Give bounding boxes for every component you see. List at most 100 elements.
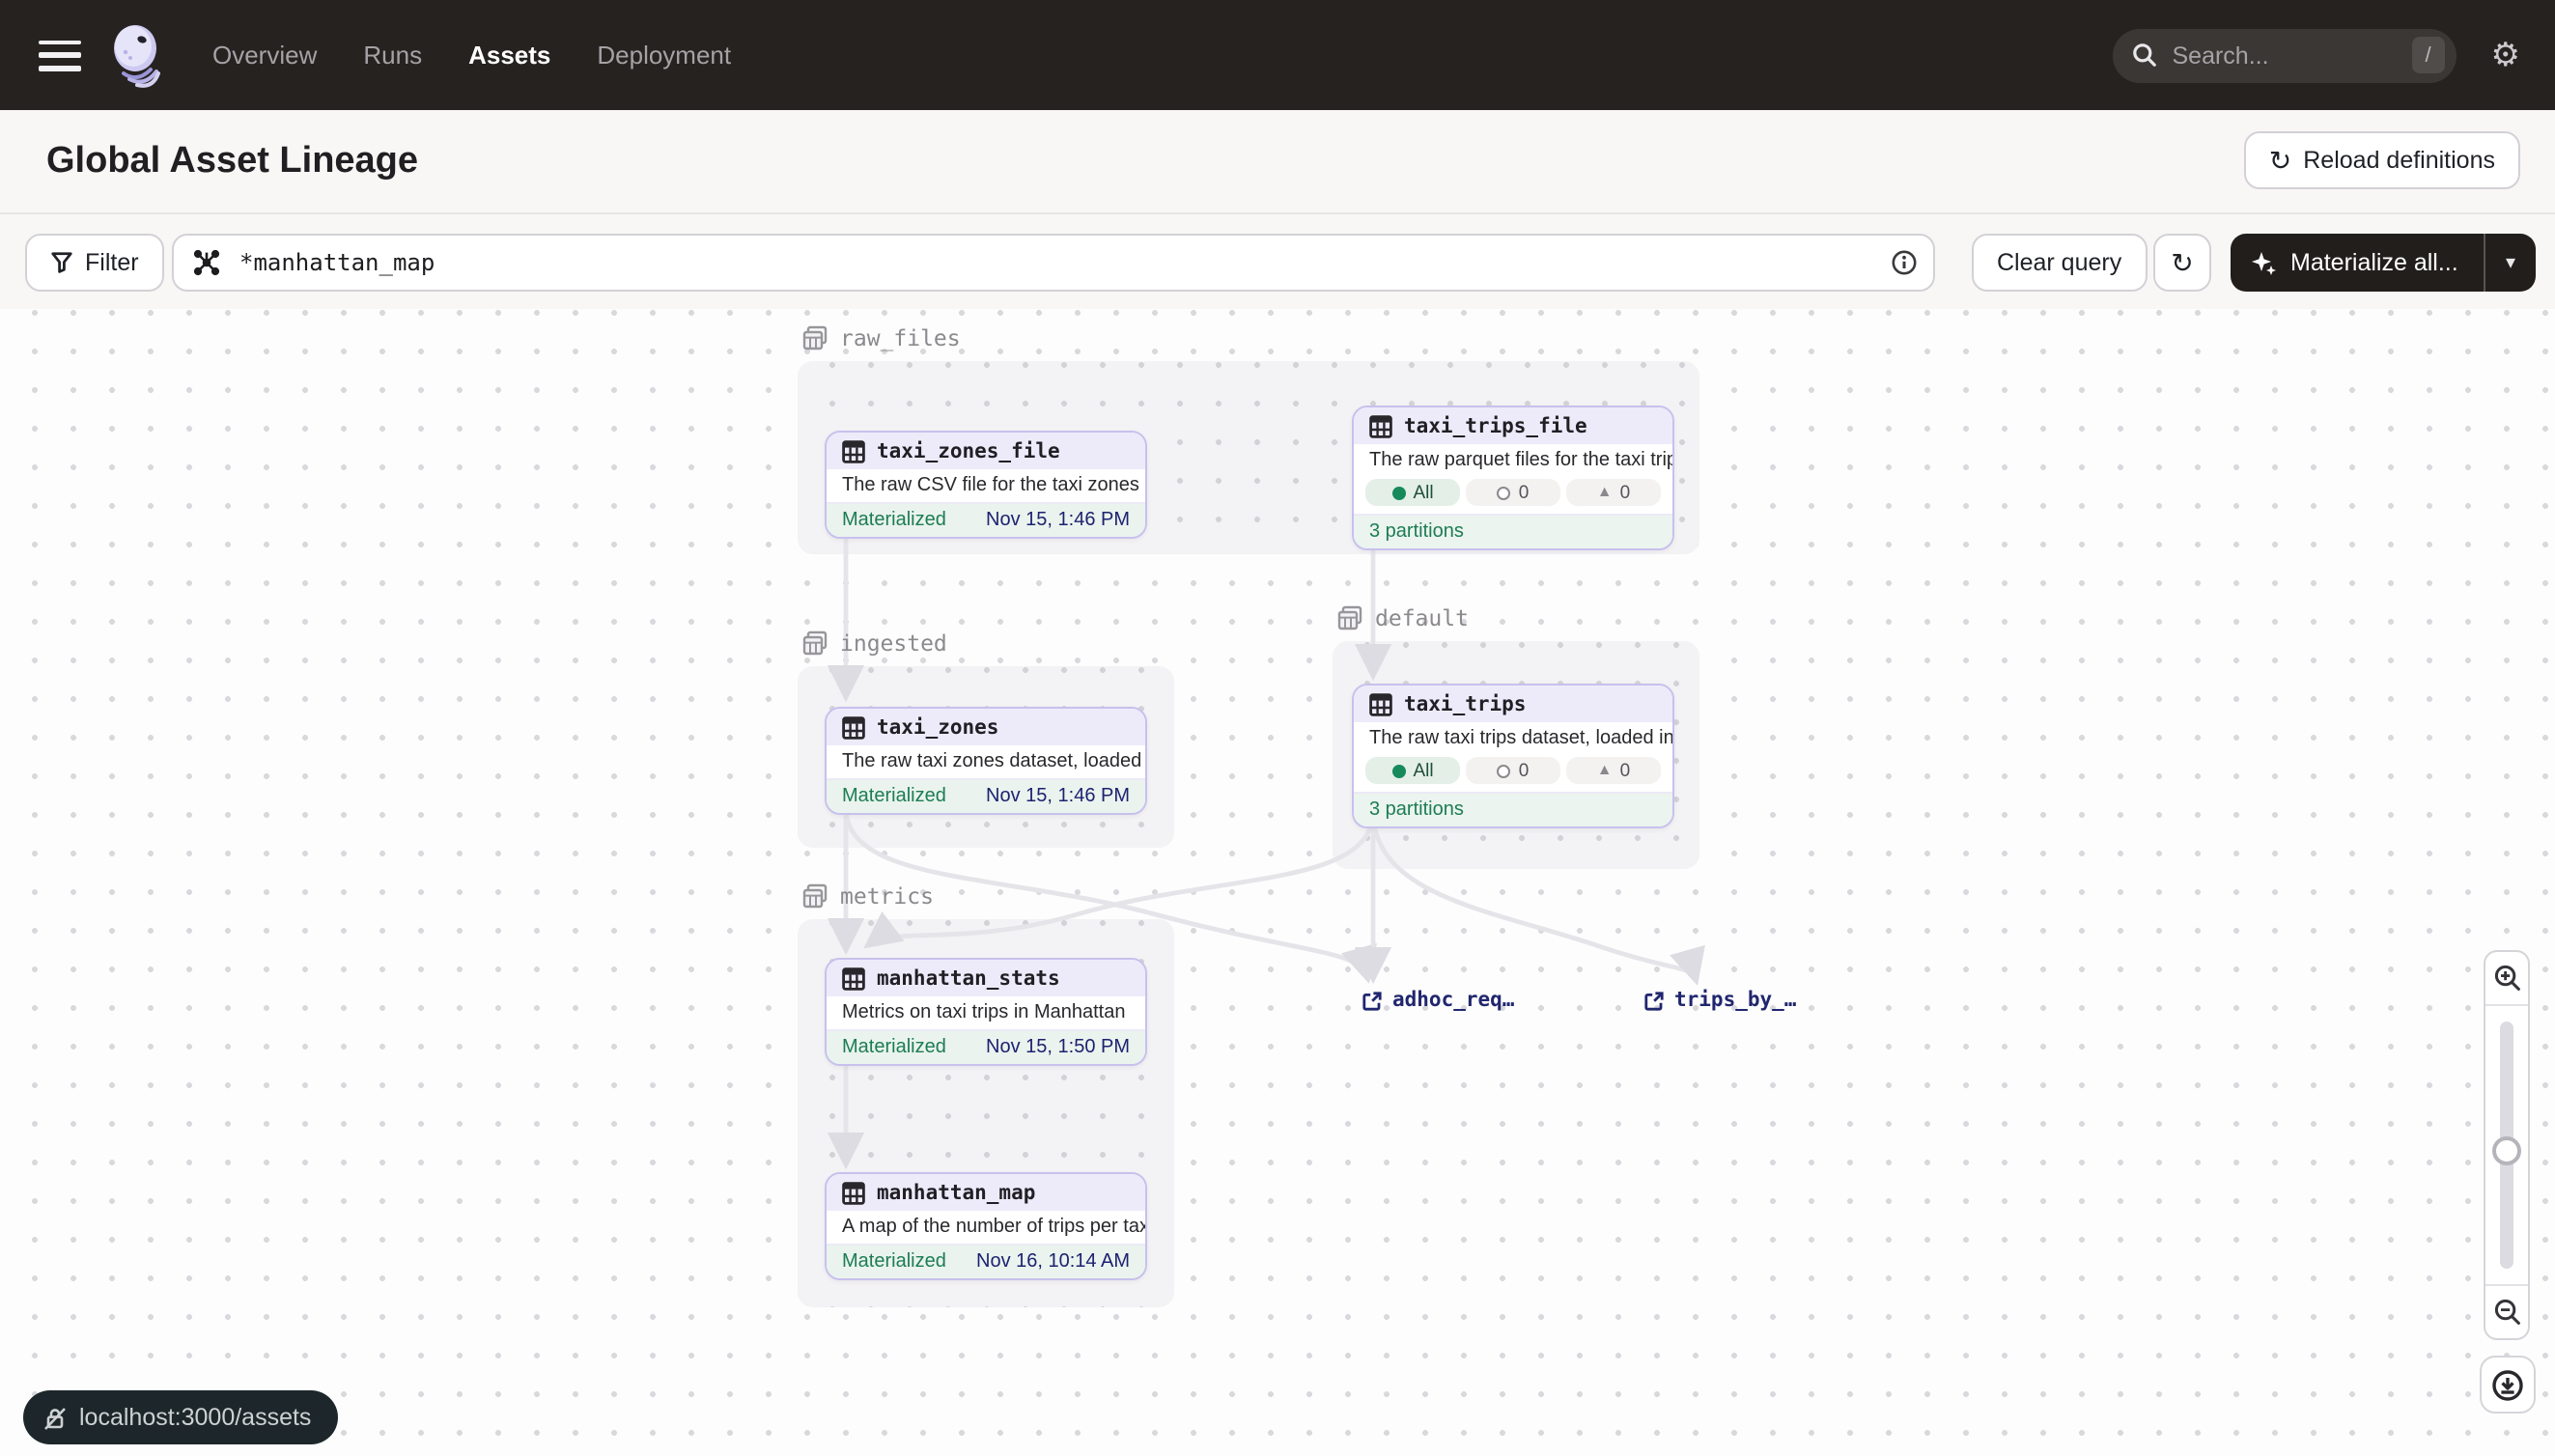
- lineage-edges: [0, 309, 2555, 1456]
- refresh-icon: ↻: [2171, 249, 2193, 276]
- external-asset-adhoc-request[interactable]: adhoc_req…: [1362, 989, 1514, 1012]
- nav-item-assets[interactable]: Assets: [468, 41, 550, 70]
- filter-button[interactable]: Filter: [25, 234, 164, 292]
- triangle-icon: ▲: [1597, 485, 1613, 500]
- lineage-canvas[interactable]: raw_files ingested default: [0, 309, 2555, 1456]
- table-icon: [842, 1181, 865, 1204]
- reload-label: Reload definitions: [2303, 147, 2495, 174]
- materialize-all-button[interactable]: Materialize all... ▾: [2231, 234, 2536, 292]
- recenter-view-button[interactable]: [2480, 1356, 2536, 1414]
- group-icon: [801, 630, 828, 657]
- browser-url-text: localhost:3000/assets: [79, 1404, 311, 1431]
- filter-funnel-icon: [50, 251, 73, 274]
- status-timestamp: Nov 15, 1:50 PM: [986, 1037, 1130, 1058]
- asset-node-manhattan-stats[interactable]: manhattan_stats Metrics on taxi trips in…: [825, 958, 1147, 1066]
- asset-node-header: taxi_zones: [827, 709, 1145, 745]
- materialize-label: Materialize all...: [2290, 249, 2458, 276]
- search-placeholder: Search...: [2173, 42, 2412, 69]
- materialize-caret[interactable]: ▾: [2485, 252, 2536, 273]
- page-header: Global Asset Lineage ↻ Reload definition…: [0, 110, 2555, 214]
- status-timestamp: Nov 15, 1:46 PM: [986, 786, 1130, 807]
- zoom-in-button[interactable]: [2485, 952, 2528, 1006]
- asset-name: taxi_trips: [1404, 692, 1526, 715]
- zoom-slider-thumb[interactable]: [2492, 1136, 2521, 1165]
- zoom-in-icon: [2492, 964, 2521, 993]
- graph-query-icon: [193, 249, 220, 276]
- asset-node-header: taxi_zones_file: [827, 433, 1145, 469]
- asset-name: taxi_zones_file: [877, 439, 1060, 462]
- nav-item-overview[interactable]: Overview: [212, 41, 317, 70]
- nav-item-runs[interactable]: Runs: [363, 41, 422, 70]
- asset-description: The raw taxi zones dataset, loaded int..…: [827, 745, 1145, 778]
- nav-right: Search... / ⚙: [2113, 28, 2521, 82]
- status-badge: Materialized: [842, 1037, 946, 1058]
- search-icon: [2132, 42, 2157, 68]
- gear-icon[interactable]: ⚙: [2491, 39, 2521, 71]
- asset-name: manhattan_stats: [877, 966, 1060, 990]
- nav-item-deployment[interactable]: Deployment: [597, 41, 731, 70]
- partitions-failed-pill: ▲0: [1566, 479, 1661, 506]
- nav-links: Overview Runs Assets Deployment: [212, 41, 731, 70]
- external-link-icon: [1362, 990, 1383, 1011]
- asset-description: The raw parquet files for the taxi trips…: [1354, 444, 1672, 477]
- filter-label: Filter: [85, 249, 139, 276]
- dagster-logo: [108, 22, 166, 88]
- external-link-icon: [1643, 990, 1665, 1011]
- asset-node-header: taxi_trips_file: [1354, 407, 1672, 444]
- reload-definitions-button[interactable]: ↻ Reload definitions: [2244, 131, 2520, 189]
- zoom-slider[interactable]: [2485, 1006, 2528, 1284]
- asset-description: Metrics on taxi trips in Manhattan: [827, 996, 1145, 1029]
- asset-query-input[interactable]: [236, 247, 1891, 278]
- group-name: default: [1375, 604, 1469, 631]
- group-label-ingested[interactable]: ingested: [801, 630, 947, 657]
- zoom-out-icon: [2492, 1298, 2521, 1327]
- asset-description: A map of the number of trips per taxi z.…: [827, 1211, 1145, 1244]
- group-label-default[interactable]: default: [1336, 604, 1469, 631]
- asset-node-taxi-trips-file[interactable]: taxi_trips_file The raw parquet files fo…: [1352, 406, 1674, 550]
- query-info-icon[interactable]: [1891, 249, 1918, 276]
- materialize-main[interactable]: Materialize all...: [2231, 249, 2484, 276]
- refresh-button[interactable]: ↻: [2153, 234, 2211, 292]
- group-label-metrics[interactable]: metrics: [801, 882, 934, 910]
- zoom-controls: [2484, 950, 2530, 1340]
- lock-slash-icon: [42, 1405, 68, 1430]
- external-asset-label: trips_by_…: [1674, 989, 1796, 1012]
- asset-name: taxi_zones: [877, 715, 998, 739]
- asset-node-taxi-zones[interactable]: taxi_zones The raw taxi zones dataset, l…: [825, 707, 1147, 815]
- partitions-all-pill: All: [1365, 479, 1460, 506]
- group-icon: [1336, 604, 1363, 631]
- lineage-toolbar: Filter Clear query ↻: [0, 214, 2555, 309]
- partitions-count: 3 partitions: [1354, 792, 1672, 826]
- table-icon: [842, 439, 865, 462]
- asset-status-row: Materialized Nov 15, 1:50 PM: [827, 1029, 1145, 1064]
- asset-status-row: Materialized Nov 15, 1:46 PM: [827, 778, 1145, 813]
- asset-node-header: manhattan_map: [827, 1174, 1145, 1211]
- asset-node-taxi-trips[interactable]: taxi_trips The raw taxi trips dataset, l…: [1352, 684, 1674, 828]
- asset-status-row: Materialized Nov 15, 1:46 PM: [827, 502, 1145, 537]
- asset-status-row: Materialized Nov 16, 10:14 AM: [827, 1244, 1145, 1278]
- partitions-failed-pill: ▲0: [1566, 757, 1661, 784]
- search-input[interactable]: Search... /: [2113, 28, 2457, 82]
- menu-icon[interactable]: [39, 40, 81, 70]
- clear-query-label: Clear query: [1997, 249, 2121, 276]
- zoom-out-button[interactable]: [2485, 1284, 2528, 1338]
- table-icon: [1369, 414, 1392, 437]
- clear-query-button[interactable]: Clear query: [1972, 234, 2147, 292]
- group-icon: [801, 324, 828, 351]
- partitions-missing-pill: 0: [1466, 757, 1560, 784]
- status-badge: Materialized: [842, 786, 946, 807]
- group-label-raw-files[interactable]: raw_files: [801, 324, 961, 351]
- status-timestamp: Nov 15, 1:46 PM: [986, 510, 1130, 531]
- group-name: raw_files: [840, 324, 961, 351]
- top-nav: Overview Runs Assets Deployment Search..…: [0, 0, 2555, 110]
- dagster-app: Overview Runs Assets Deployment Search..…: [0, 0, 2555, 1456]
- table-icon: [842, 966, 865, 990]
- status-badge: Materialized: [842, 1251, 946, 1273]
- asset-description: The raw taxi trips dataset, loaded into …: [1354, 722, 1672, 755]
- asset-node-manhattan-map[interactable]: manhattan_map A map of the number of tri…: [825, 1172, 1147, 1280]
- asset-node-header: manhattan_stats: [827, 960, 1145, 996]
- external-asset-trips-by[interactable]: trips_by_…: [1643, 989, 1796, 1012]
- asset-description: The raw CSV file for the taxi zones dat.…: [827, 469, 1145, 502]
- asset-node-taxi-zones-file[interactable]: taxi_zones_file The raw CSV file for the…: [825, 431, 1147, 539]
- asset-node-header: taxi_trips: [1354, 686, 1672, 722]
